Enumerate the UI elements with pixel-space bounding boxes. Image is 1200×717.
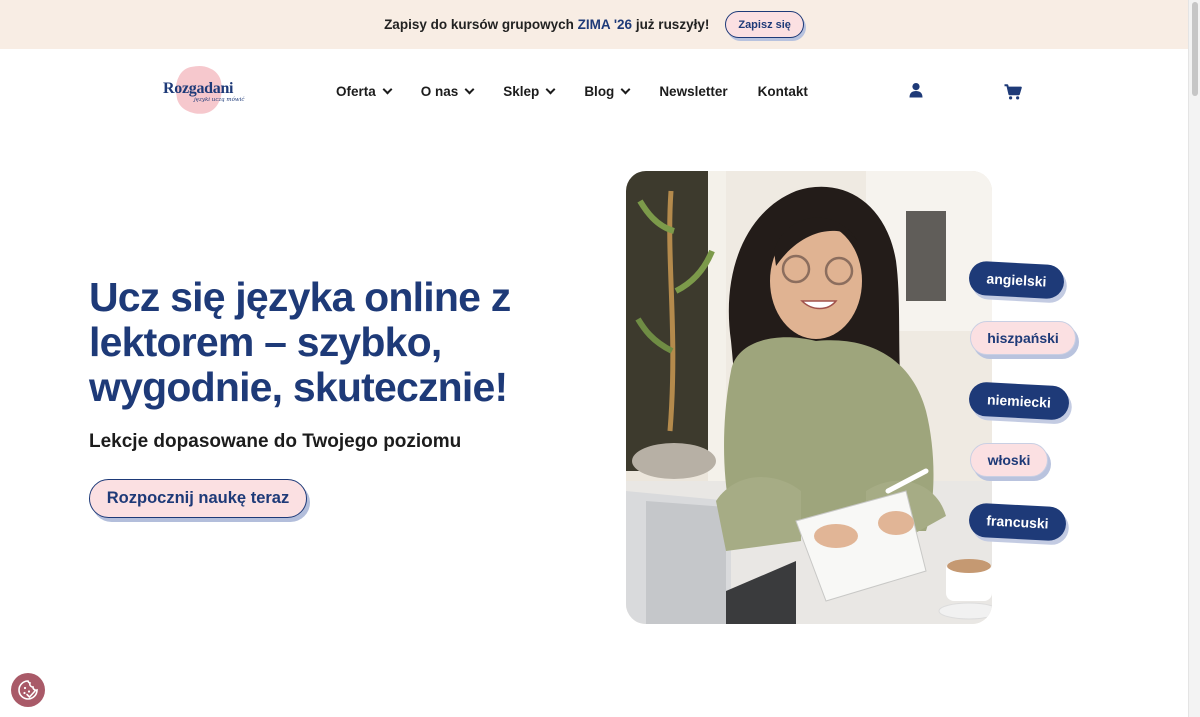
cart-icon[interactable]	[1004, 84, 1022, 100]
language-pill-niemiecki[interactable]: niemiecki	[968, 381, 1070, 421]
announcement-text-end: już ruszyły!	[632, 17, 710, 32]
nav-item-label: Sklep	[503, 83, 540, 99]
language-pill-angielski[interactable]: angielski	[968, 260, 1065, 300]
nav-item-newsletter[interactable]: Newsletter	[659, 80, 727, 102]
announcement-text-start: Zapisy do kursów grupowych	[384, 17, 578, 32]
user-icon[interactable]	[908, 82, 924, 98]
nav-item-label: O nas	[420, 83, 459, 99]
nav-item-sklep[interactable]: Sklep	[503, 80, 556, 102]
chevron-down-icon	[620, 84, 631, 94]
cookie-settings-button[interactable]	[11, 673, 45, 707]
scrollbar-thumb[interactable]	[1192, 2, 1198, 96]
language-pill-wloski[interactable]: włoski	[970, 443, 1048, 477]
chevron-down-icon	[545, 84, 556, 94]
nav-item-oferta[interactable]: Oferta	[336, 80, 393, 102]
nav-item-kontakt[interactable]: Kontakt	[758, 80, 808, 102]
nav-item-label: Kontakt	[757, 83, 808, 99]
announcement-text: Zapisy do kursów grupowych ZIMA '26 już …	[384, 17, 709, 32]
nav-item-o-nas[interactable]: O nas	[420, 80, 475, 102]
nav-item-label: Blog	[584, 83, 615, 99]
cookie-settings-icon	[18, 680, 38, 700]
language-pill-francuski[interactable]: francuski	[968, 502, 1067, 542]
page-scrollbar[interactable]	[1188, 0, 1200, 717]
nav-item-blog[interactable]: Blog	[584, 80, 631, 102]
logo-tagline: języki uczą mówić	[194, 97, 245, 103]
start-learning-button[interactable]: Rozpocznij naukę teraz	[89, 479, 307, 518]
language-pill-hiszpanski[interactable]: hiszpański	[970, 321, 1076, 355]
logo-wordmark: Rozgadani	[163, 80, 234, 97]
announcement-highlight: ZIMA '26	[577, 17, 633, 32]
hero-photo	[626, 171, 992, 624]
announcement-bar: Zapisy do kursów grupowych ZIMA '26 już …	[0, 0, 1188, 49]
main-navigation: Oferta O nas Sklep Blog Newsletter Konta…	[336, 80, 838, 102]
nav-item-label: Oferta	[336, 83, 376, 99]
signup-button[interactable]: Zapisz się	[725, 11, 804, 38]
chevron-down-icon	[464, 84, 475, 94]
hero-subtitle: Lekcje dopasowane do Twojego poziomu	[89, 431, 462, 452]
hero-title: Ucz się języka online z lektorem – szybk…	[89, 274, 511, 410]
chevron-down-icon	[382, 84, 393, 94]
site-logo[interactable]: Rozgadani języki uczą mówić	[162, 63, 245, 117]
nav-item-label: Newsletter	[659, 83, 728, 99]
